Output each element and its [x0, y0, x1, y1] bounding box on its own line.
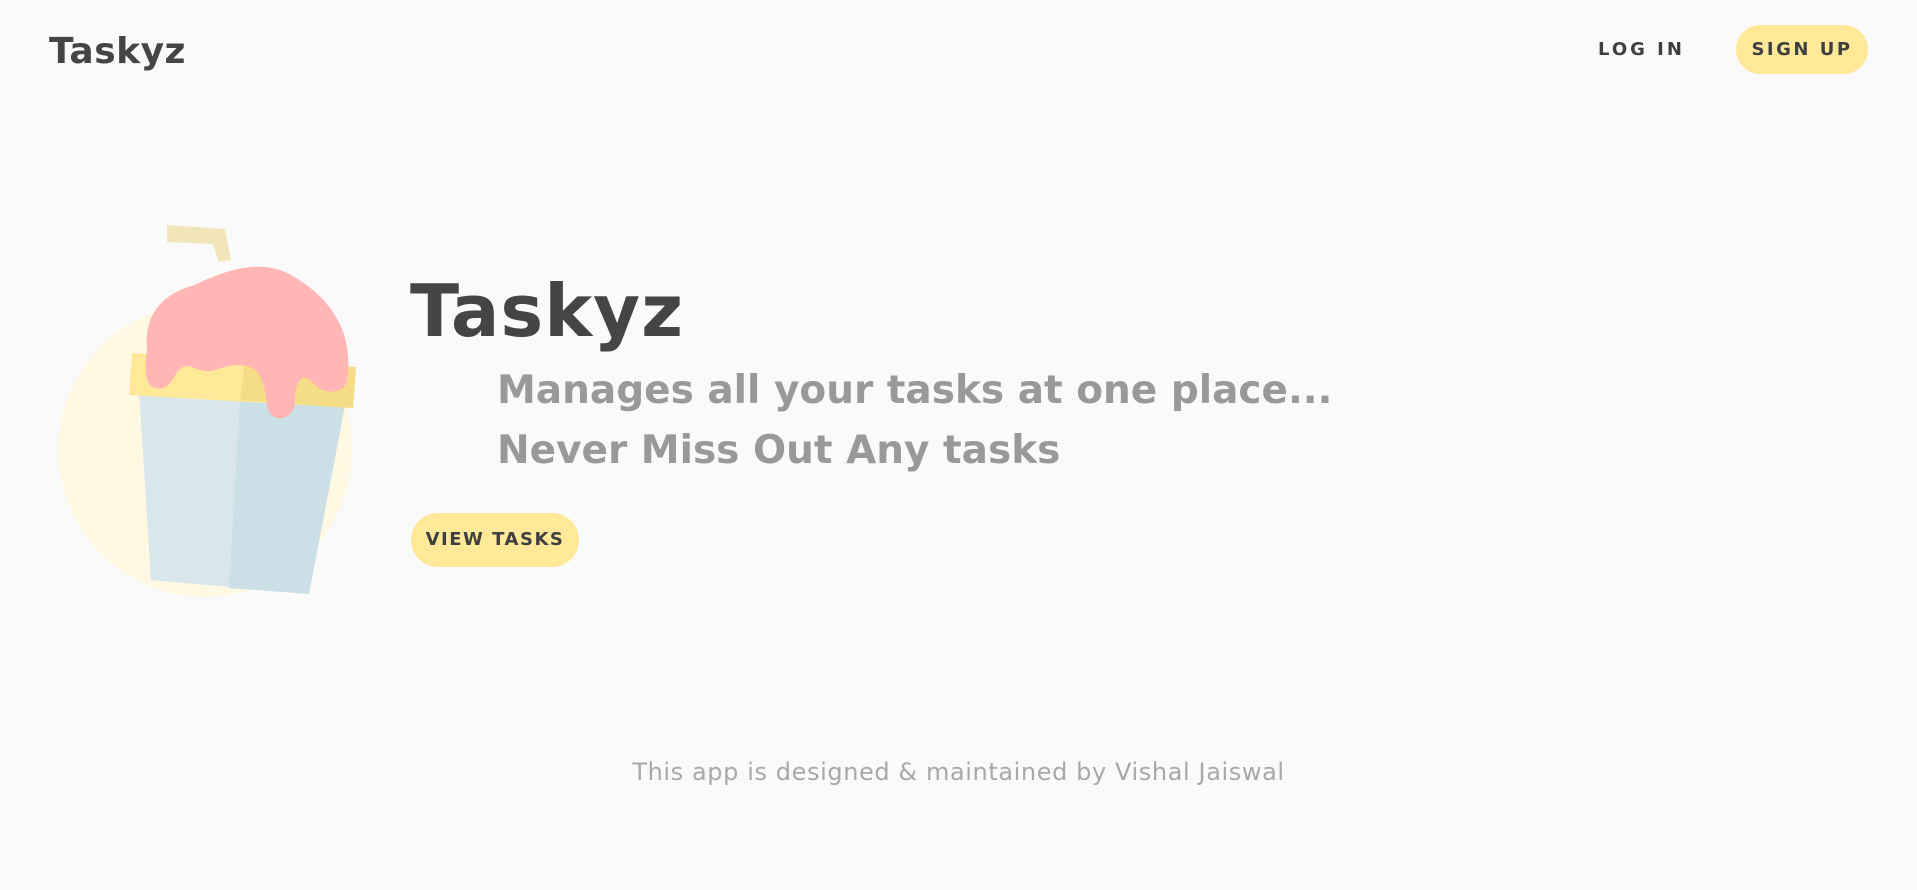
signup-button[interactable]: SIGN UP: [1736, 25, 1868, 74]
login-link[interactable]: LOG IN: [1598, 35, 1685, 65]
hero-title: Taskyz: [410, 269, 684, 353]
footer-credit: This app is designed & maintained by Vis…: [632, 758, 1285, 786]
hero-subtagline: Never Miss Out Any tasks: [497, 428, 1061, 473]
hero-tagline: Manages all your tasks at one place...: [497, 368, 1333, 413]
dessert-cup-icon: [55, 220, 365, 605]
view-tasks-button[interactable]: VIEW TASKS: [411, 513, 579, 567]
brand-logo[interactable]: Taskyz: [49, 30, 186, 74]
